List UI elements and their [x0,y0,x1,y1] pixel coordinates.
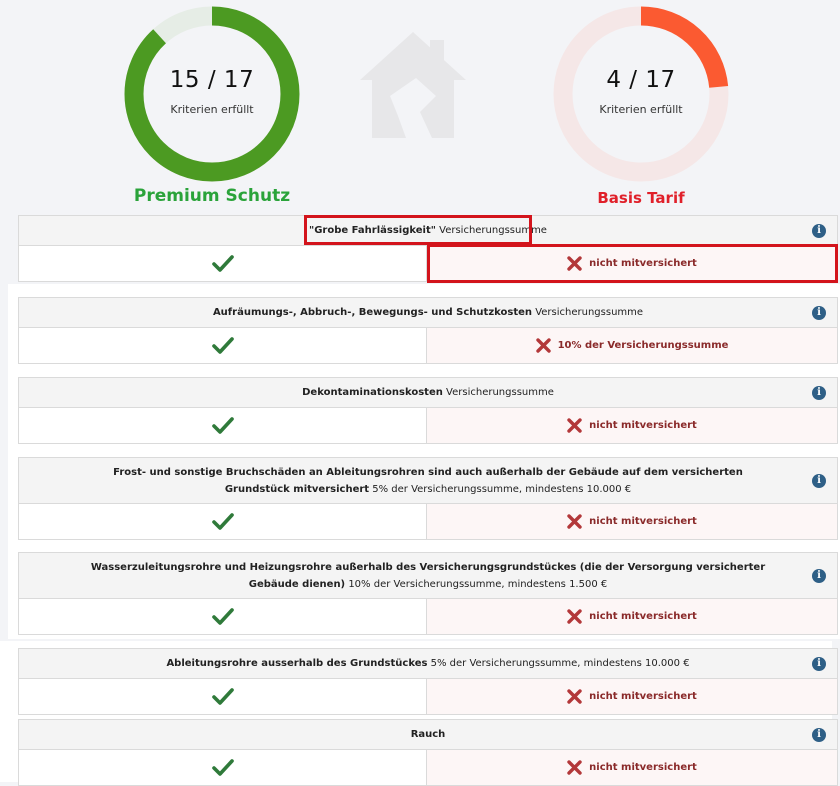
info-icon[interactable]: i [812,223,826,238]
criterion-row: Ableitungsrohre ausserhalb des Grundstüc… [18,648,838,715]
premium-score-caption: Kriterien erfüllt [170,102,254,116]
criterion-header: Dekontaminationskosten Versicherungssumm… [18,377,838,408]
criterion-title: Aufräumungs-, Abbruch-, Bewegungs- und S… [212,307,644,318]
check-icon [211,608,234,625]
info-icon[interactable]: i [812,727,826,742]
highlight-box-title [304,215,532,245]
premium-score-value: 15 / 17 [169,66,255,93]
basis-cell: nicht mitversichert [427,599,838,635]
premium-score-ring: 15 / 17 Kriterien erfüllt [124,6,300,182]
info-icon[interactable]: i [812,385,826,400]
criterion-title: Ableitungsrohre ausserhalb des Grundstüc… [166,658,690,669]
house-icon [360,32,466,138]
criterion-header: Frost- und sonstige Bruchschäden an Able… [18,457,838,504]
criterion-header: Ableitungsrohre ausserhalb des Grundstüc… [18,648,838,679]
criterion-header: Aufräumungs-, Abbruch-, Bewegungs- und S… [18,297,838,328]
check-icon [211,513,234,530]
basis-cell: nicht mitversichert [427,750,838,786]
cross-icon [567,689,582,704]
premium-tariff-title: Premium Schutz [133,186,291,206]
cross-icon [567,609,582,624]
basis-tariff-title: Basis Tarif [597,189,685,207]
basis-score-value: 4 / 17 [606,66,676,93]
premium-cell [18,750,427,786]
premium-cell [18,408,427,444]
basis-score-caption: Kriterien erfüllt [599,102,683,116]
info-icon[interactable]: i [812,656,826,671]
check-icon [211,688,234,705]
basis-cell: nicht mitversichert [427,408,838,444]
premium-cell [18,328,427,364]
basis-score-ring: 4 / 17 Kriterien erfüllt [553,6,729,182]
criterion-title: Dekontaminationskosten Versicherungssumm… [302,387,554,398]
criterion-title: Frost- und sonstige Bruchschäden an Able… [113,466,743,495]
criterion-row: Rauch i nicht mitversichert [18,719,838,786]
basis-cell-text: nicht mitversichert [589,611,697,622]
tariff-summary: 15 / 17 Kriterien erfüllt Premium Schutz… [0,0,840,215]
criterion-row: Wasserzuleitungsrohre und Heizungsrohre … [18,552,838,635]
info-icon[interactable]: i [812,473,826,488]
cross-icon [567,418,582,433]
basis-cell-text: nicht mitversichert [589,762,697,773]
check-icon [211,255,234,272]
cross-icon [567,514,582,529]
criterion-row: Aufräumungs-, Abbruch-, Bewegungs- und S… [18,297,838,364]
basis-cell-text: nicht mitversichert [589,691,697,702]
premium-cell [18,599,427,635]
basis-cell-text: 10% der Versicherungssumme [557,340,729,351]
info-icon[interactable]: i [812,305,826,320]
basis-cell-text: nicht mitversichert [589,516,697,527]
criterion-title: Rauch [410,729,446,740]
basis-cell: 10% der Versicherungssumme [427,328,838,364]
check-icon [211,337,234,354]
basis-cell: nicht mitversichert [427,504,838,540]
highlight-box-basis-cell [427,244,838,283]
premium-cell [18,504,427,540]
criterion-header: Wasserzuleitungsrohre und Heizungsrohre … [18,552,838,599]
basis-cell-text: nicht mitversichert [589,420,697,431]
premium-cell [18,679,427,715]
criterion-row: Dekontaminationskosten Versicherungssumm… [18,377,838,444]
premium-cell [18,246,427,282]
criterion-title: Wasserzuleitungsrohre und Heizungsrohre … [90,561,766,590]
cross-icon [535,338,551,353]
info-icon[interactable]: i [812,568,826,583]
check-icon [211,417,234,434]
basis-cell: nicht mitversichert [427,679,838,715]
criterion-header: Rauch i [18,719,838,750]
cross-icon [567,760,582,775]
check-icon [211,759,234,776]
criterion-row: Frost- und sonstige Bruchschäden an Able… [18,457,838,540]
